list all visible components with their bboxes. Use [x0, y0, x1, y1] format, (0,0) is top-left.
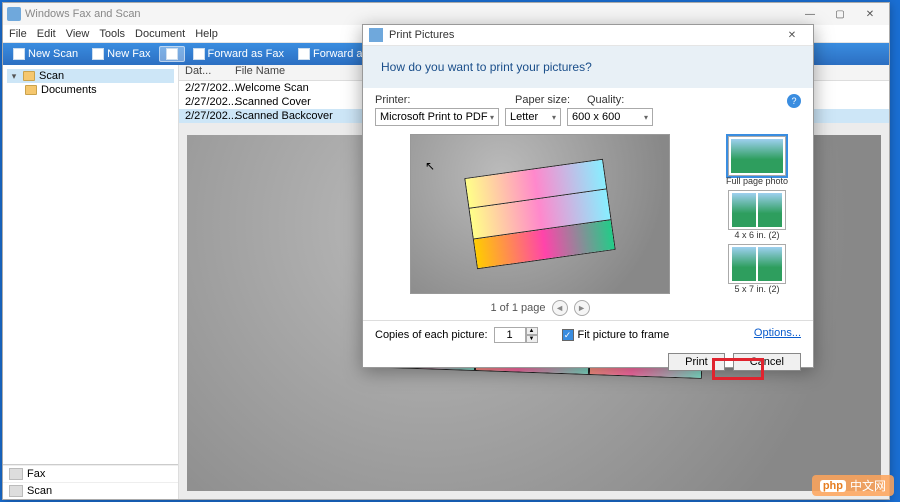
- menu-document[interactable]: Document: [135, 28, 185, 40]
- dialog-footer-options: Copies of each picture: ▲▼ ✓ Fit picture…: [363, 320, 813, 349]
- forward-fax-icon: [193, 48, 205, 60]
- side-tab-scan[interactable]: Scan: [3, 482, 178, 499]
- forward-fax-button[interactable]: Forward as Fax: [187, 47, 290, 61]
- chevron-down-icon: ▾: [490, 113, 494, 122]
- paper-size-select[interactable]: Letter▾: [505, 108, 561, 126]
- checkbox-checked-icon: ✓: [562, 329, 574, 341]
- watermark-text: 中文网: [850, 477, 886, 494]
- print-preview: ↖: [410, 134, 670, 294]
- minimize-button[interactable]: —: [795, 4, 825, 24]
- layout-label: 5 x 7 in. (2): [734, 284, 779, 294]
- next-page-button[interactable]: ►: [574, 300, 590, 316]
- dialog-footer-buttons: Print Cancel: [363, 349, 813, 379]
- dialog-close-button[interactable]: ✕: [777, 25, 807, 45]
- paper-label: Paper size:: [515, 94, 575, 106]
- maximize-button[interactable]: ▢: [825, 4, 855, 24]
- layout-options: Full page photo 4 x 6 in. (2) 5 x 7 in. …: [713, 134, 801, 316]
- watermark-brand: php: [820, 480, 846, 492]
- copies-stepper[interactable]: ▲▼: [494, 327, 538, 343]
- menu-help[interactable]: Help: [195, 28, 218, 40]
- col-date[interactable]: Dat...: [179, 65, 233, 80]
- scan-icon: [13, 48, 25, 60]
- layout-label: 4 x 6 in. (2): [734, 230, 779, 240]
- dialog-title: Print Pictures: [389, 29, 454, 41]
- app-title: Windows Fax and Scan: [25, 8, 141, 20]
- folder-icon: [25, 85, 37, 95]
- tree-scan-node[interactable]: ▾ Scan: [7, 69, 174, 83]
- printer-select[interactable]: Microsoft Print to PDF▾: [375, 108, 499, 126]
- fit-picture-checkbox[interactable]: ✓ Fit picture to frame: [562, 329, 670, 341]
- cursor-icon: ↖: [425, 159, 435, 173]
- menu-file[interactable]: File: [9, 28, 27, 40]
- preview-image: [464, 159, 615, 270]
- cancel-button[interactable]: Cancel: [733, 353, 801, 371]
- fax-tab-icon: [9, 468, 23, 480]
- preview-column: ↖ 1 of 1 page ◄ ►: [375, 134, 705, 316]
- copies-label: Copies of each picture:: [375, 329, 488, 341]
- layout-full-page[interactable]: Full page photo: [713, 136, 801, 186]
- pager-text: 1 of 1 page: [490, 302, 545, 314]
- dialog-titlebar: Print Pictures ✕: [363, 25, 813, 46]
- chevron-down-icon: ▾: [644, 113, 648, 122]
- help-icon[interactable]: ?: [787, 94, 801, 108]
- chevron-down-icon: ▾: [552, 113, 556, 122]
- folder-icon: [23, 71, 35, 81]
- quality-label: Quality:: [587, 94, 677, 106]
- tree-documents-node[interactable]: Documents: [7, 83, 174, 97]
- folder-tree: ▾ Scan Documents: [3, 65, 178, 464]
- collapse-icon[interactable]: ▾: [9, 71, 19, 82]
- menu-tools[interactable]: Tools: [99, 28, 125, 40]
- sidebar: ▾ Scan Documents Fax Scan: [3, 65, 179, 499]
- layout-label: Full page photo: [726, 176, 788, 186]
- fit-label: Fit picture to frame: [578, 329, 670, 341]
- scan-tab-icon: [9, 485, 23, 497]
- layout-4x6[interactable]: 4 x 6 in. (2): [713, 190, 801, 240]
- print-pictures-dialog: Print Pictures ✕ How do you want to prin…: [362, 24, 814, 368]
- new-scan-button[interactable]: New Scan: [7, 47, 84, 61]
- prev-page-button[interactable]: ◄: [552, 300, 568, 316]
- fax-icon: [92, 48, 104, 60]
- menu-view[interactable]: View: [66, 28, 90, 40]
- options-link[interactable]: Options...: [754, 327, 801, 339]
- quality-select[interactable]: 600 x 600▾: [567, 108, 653, 126]
- printer-label: Printer:: [375, 94, 503, 106]
- highlighted-toolbar-button[interactable]: [159, 46, 185, 62]
- layout-5x7[interactable]: 5 x 7 in. (2): [713, 244, 801, 294]
- side-tab-fax[interactable]: Fax: [3, 465, 178, 482]
- dialog-body: Printer: Paper size: Quality: Microsoft …: [363, 88, 813, 320]
- print-button[interactable]: Print: [668, 353, 725, 371]
- titlebar: Windows Fax and Scan — ▢ ✕: [3, 3, 889, 25]
- dialog-heading: How do you want to print your pictures?: [363, 46, 813, 88]
- pager: 1 of 1 page ◄ ►: [490, 300, 589, 316]
- stepper-up[interactable]: ▲: [526, 327, 538, 335]
- side-tabs: Fax Scan: [3, 464, 178, 499]
- app-icon: [7, 7, 21, 21]
- stepper-down[interactable]: ▼: [526, 335, 538, 343]
- close-button[interactable]: ✕: [855, 4, 885, 24]
- watermark: php 中文网: [812, 475, 894, 496]
- tree-scan-label: Scan: [39, 70, 64, 82]
- tree-documents-label: Documents: [41, 84, 97, 96]
- print-icon: [369, 28, 383, 42]
- field-selects: Microsoft Print to PDF▾ Letter▾ 600 x 60…: [375, 108, 787, 126]
- tool-icon: [166, 48, 178, 60]
- new-fax-button[interactable]: New Fax: [86, 47, 156, 61]
- menu-edit[interactable]: Edit: [37, 28, 56, 40]
- forward-email-icon: [298, 48, 310, 60]
- copies-input[interactable]: [494, 327, 526, 343]
- field-labels: Printer: Paper size: Quality:: [375, 94, 787, 106]
